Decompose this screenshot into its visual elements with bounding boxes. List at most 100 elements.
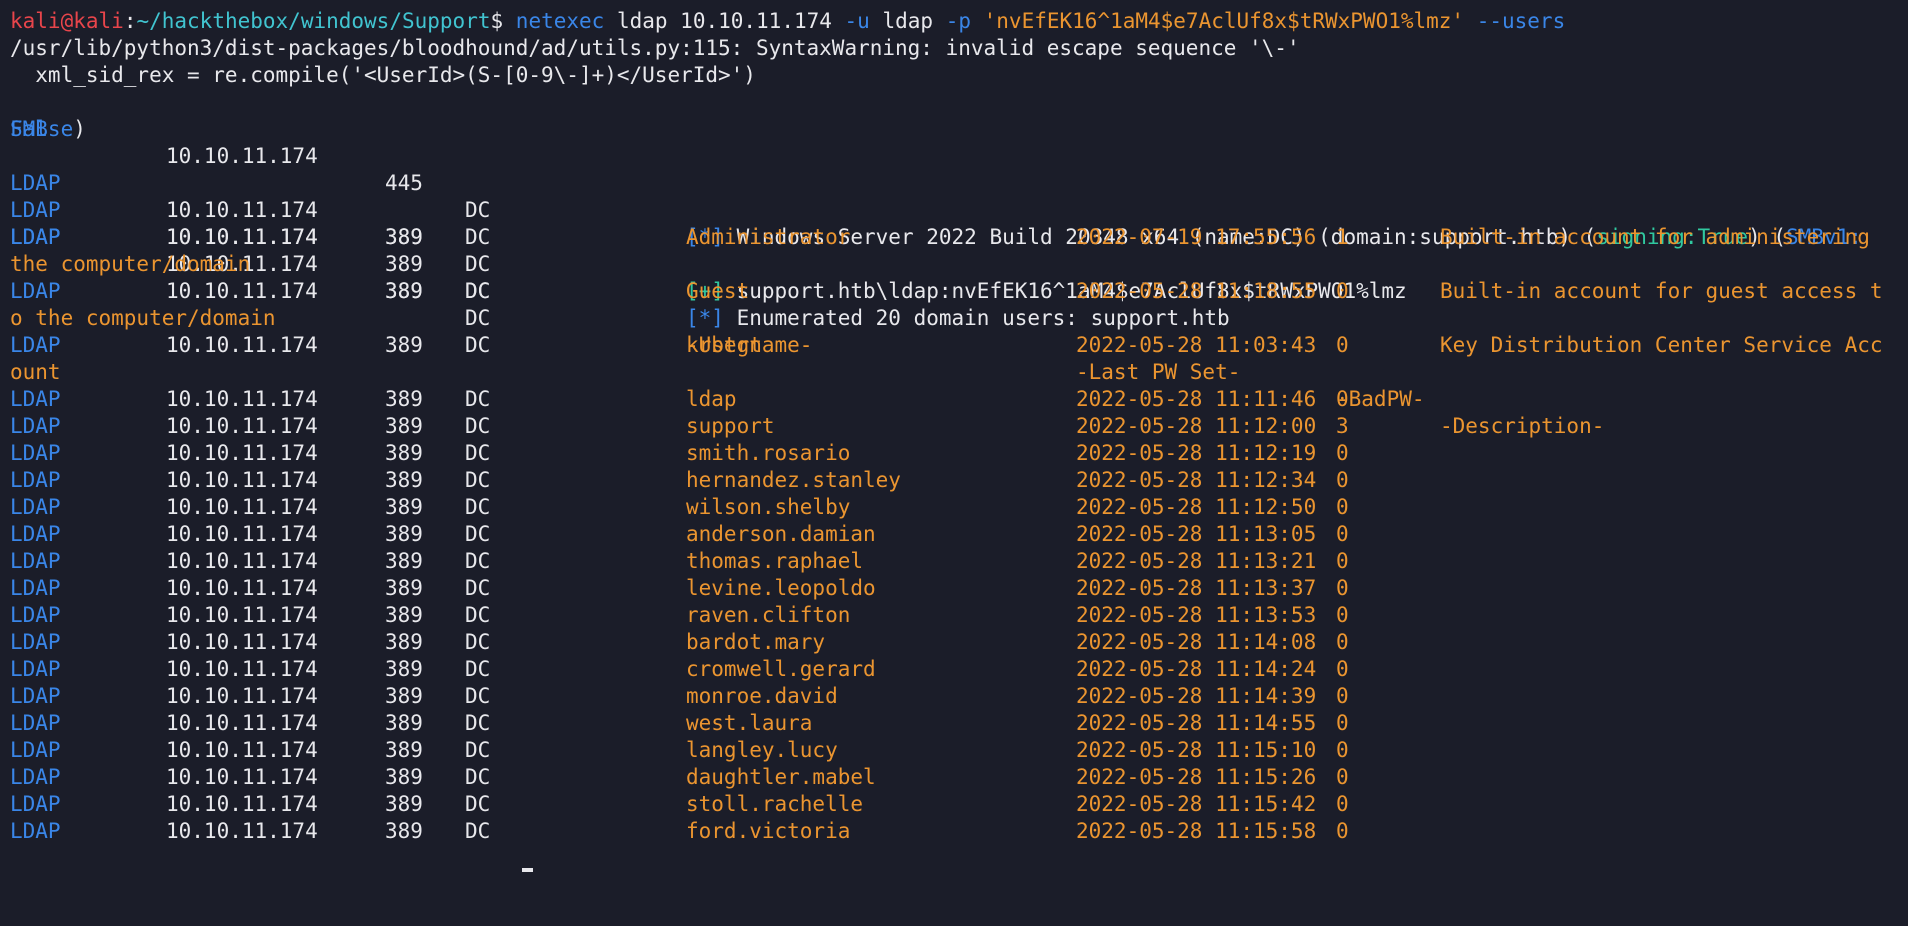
last-pw-set-cell: 2022-05-28 11:12:50: [1076, 495, 1317, 519]
row-proto: LDAP: [10, 684, 61, 708]
badpw-cell: 0: [1336, 333, 1349, 357]
row-proto: LDAP: [10, 522, 61, 546]
row-proto: LDAP: [10, 657, 61, 681]
row-port: 389: [385, 711, 423, 735]
row-proto: LDAP: [10, 468, 61, 492]
row-ip: 10.10.11.174: [166, 819, 318, 843]
last-pw-set-cell: 2022-05-28 11:12:00: [1076, 414, 1317, 438]
row-port: 389: [385, 414, 423, 438]
badpw-cell: 0: [1336, 603, 1349, 627]
row-port: 389: [385, 630, 423, 654]
row-proto: LDAP: [10, 765, 61, 789]
last-pw-set-cell: 2022-05-28 11:13:05: [1076, 522, 1317, 546]
username-cell: raven.clifton: [686, 603, 851, 627]
row-port: 389: [385, 657, 423, 681]
row-port: 389: [385, 468, 423, 492]
user-row: LDAP 10.10.11.174 389 DC levine.leopoldo 2022…: [10, 575, 1900, 602]
row-ip: 10.10.11.174: [166, 765, 318, 789]
row-port: 389: [385, 684, 423, 708]
badpw-cell: 0: [1336, 522, 1349, 546]
row-proto: LDAP: [10, 819, 61, 843]
badpw-cell: 0: [1336, 549, 1349, 573]
row-host: DC: [465, 549, 491, 573]
username-cell: anderson.damian: [686, 522, 876, 546]
last-pw-set-cell: 2022-07-19 17:55:56: [1076, 225, 1317, 249]
user-row: LDAP 10.10.11.174 389 DC raven.clifton 2022-0…: [10, 602, 1900, 629]
row-port: 389: [385, 765, 423, 789]
username-cell: Administrator: [686, 225, 851, 249]
badpw-cell: 0: [1336, 279, 1349, 303]
username-cell: support: [686, 414, 775, 438]
username-cell: krbtgt: [686, 333, 762, 357]
ldap-auth-row: LDAP 10.10.11.174 389 DC [+] support.htb…: [10, 143, 1900, 303]
last-pw-set-cell: 2022-05-28 11:15:26: [1076, 765, 1317, 789]
row-host: DC: [465, 603, 491, 627]
row-host: DC: [465, 522, 491, 546]
row-proto: LDAP: [10, 441, 61, 465]
row-proto: LDAP: [10, 333, 61, 357]
row-port: 389: [385, 279, 423, 303]
last-pw-set-cell: 2022-05-28 11:13:37: [1076, 576, 1317, 600]
user-row: LDAP 10.10.11.174 389 DC langley.lucy 2022-05…: [10, 737, 1900, 764]
username-cell: thomas.raphael: [686, 549, 864, 573]
row-ip: 10.10.11.174: [166, 711, 318, 735]
syntax-warning-code: xml_sid_rex = re.compile('<UserId>(S-[0-…: [10, 63, 756, 87]
command-line: kali@kali:~/hackthebox/windows/Support$ …: [10, 8, 1900, 35]
user-arg: ldap: [869, 9, 946, 33]
row-ip: 10.10.11.174: [166, 441, 318, 465]
row-proto: LDAP: [10, 792, 61, 816]
row-host: DC: [465, 387, 491, 411]
row-ip: 10.10.11.174: [166, 225, 318, 249]
row-proto: LDAP: [10, 630, 61, 654]
user-row: LDAP 10.10.11.174 389 DC stoll.rachelle 2022-…: [10, 791, 1900, 818]
badpw-cell: 0: [1336, 468, 1349, 492]
user-row: LDAP 10.10.11.174 389 DC Administrator 2022-0…: [10, 224, 1900, 251]
username-cell: stoll.rachelle: [686, 792, 864, 816]
smb-row-wrap: False): [10, 117, 86, 141]
row-host: DC: [465, 495, 491, 519]
user-row: LDAP 10.10.11.174 389 DC Guest 2022-05-28 11:…: [10, 278, 1900, 305]
row-port: 389: [385, 522, 423, 546]
row-port: 389: [385, 495, 423, 519]
last-pw-set-cell: 2022-05-28 11:12:34: [1076, 468, 1317, 492]
badpw-cell: 0: [1336, 630, 1349, 654]
row-proto: LDAP: [10, 603, 61, 627]
badpw-cell: 3: [1336, 414, 1349, 438]
row-ip: 10.10.11.174: [166, 792, 318, 816]
row-port: 389: [385, 549, 423, 573]
row-ip: 10.10.11.174: [166, 630, 318, 654]
row-host: DC: [465, 657, 491, 681]
description-wrap: ount: [10, 360, 61, 384]
row-proto: LDAP: [10, 414, 61, 438]
user-row: LDAP 10.10.11.174 389 DC smith.rosario 2022-0…: [10, 440, 1900, 467]
badpw-cell: 0: [1336, 738, 1349, 762]
row-ip: 10.10.11.174: [166, 684, 318, 708]
command-args: ldap 10.10.11.174: [604, 9, 845, 33]
user-row: LDAP 10.10.11.174 389 DC cromwell.gerard 2022…: [10, 656, 1900, 683]
last-pw-set-cell: 2022-05-28 11:03:43: [1076, 333, 1317, 357]
username-cell: hernandez.stanley: [686, 468, 901, 492]
row-ip: 10.10.11.174: [166, 738, 318, 762]
user-row: LDAP 10.10.11.174 389 DC monroe.david 2022-05…: [10, 683, 1900, 710]
username-cell: levine.leopoldo: [686, 576, 876, 600]
row-ip: 10.10.11.174: [166, 414, 318, 438]
user-row: LDAP 10.10.11.174 389 DC bardot.mary 2022-05-…: [10, 629, 1900, 656]
smb-row: SMB 10.10.11.174 445 DC [*] Windows Serv…: [10, 117, 1862, 249]
username-cell: Guest: [686, 279, 750, 303]
row-port: 389: [385, 441, 423, 465]
row-port: 389: [385, 738, 423, 762]
badpw-cell: 0: [1336, 576, 1349, 600]
ldap-enum-row: LDAP 10.10.11.174 389 DC [*] Enumerated …: [10, 170, 1900, 330]
terminal-output[interactable]: kali@kali:~/hackthebox/windows/Support$ …: [10, 8, 1900, 872]
users-table-header: LDAP 10.10.11.174 389 DC -Username- -Las…: [10, 197, 1900, 438]
row-ip: 10.10.11.174: [166, 495, 318, 519]
description-wrap: o the computer/domain: [10, 306, 276, 330]
last-pw-set-cell: 2022-05-28 11:14:55: [1076, 711, 1317, 735]
username-cell: cromwell.gerard: [686, 657, 876, 681]
row-proto: LDAP: [10, 387, 61, 411]
last-pw-set-cell: 2022-05-28 11:14:08: [1076, 630, 1317, 654]
flag-p: -p: [945, 9, 971, 33]
badpw-cell: 0: [1336, 765, 1349, 789]
row-host: DC: [465, 414, 491, 438]
row-ip: 10.10.11.174: [166, 549, 318, 573]
